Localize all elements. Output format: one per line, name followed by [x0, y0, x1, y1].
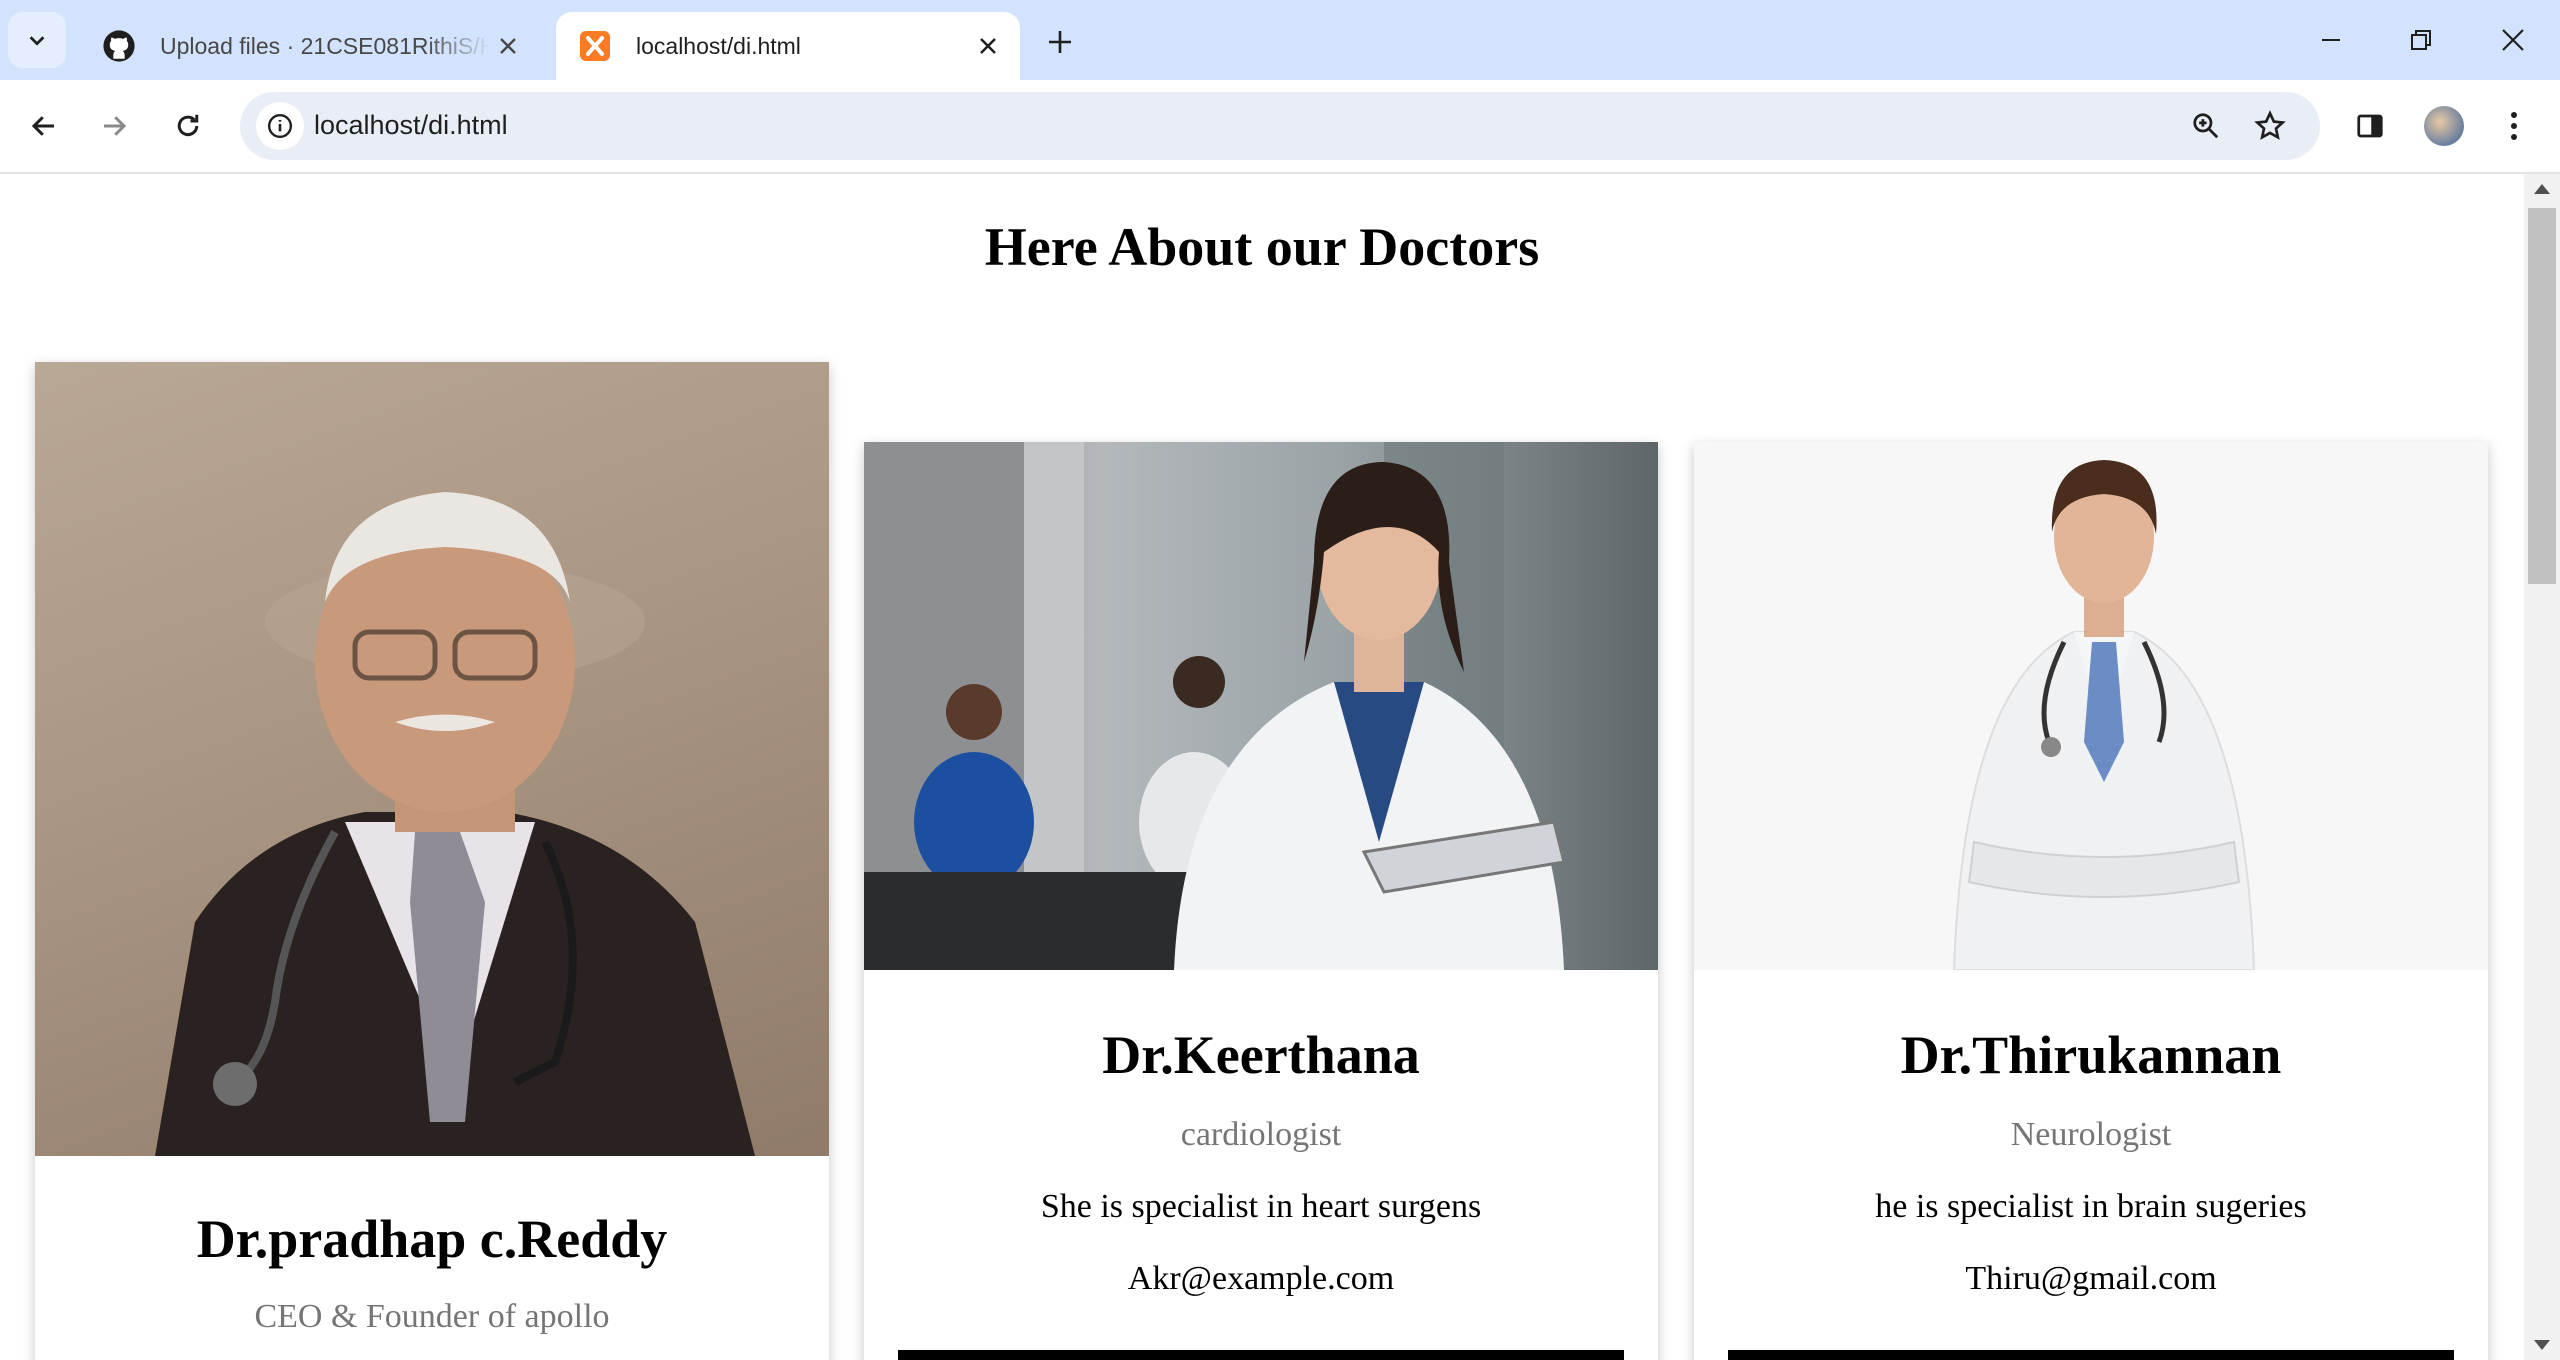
info-icon [267, 113, 293, 139]
doctor-card: Dr.Thirukannan Neurologist he is special… [1694, 442, 2488, 1360]
doctor-card: Dr.pradhap c.Reddy CEO & Founder of apol… [35, 362, 829, 1360]
doctor-role: CEO & Founder of apollo [254, 1298, 610, 1335]
more-vert-icon [2511, 112, 2517, 140]
browser-toolbar: localhost/di.html [0, 80, 2560, 174]
side-panel-button[interactable] [2344, 100, 2396, 152]
back-button[interactable] [18, 100, 70, 152]
page-viewport: Here About our Doctors Dr.pradhap c.Redd… [0, 174, 2524, 1360]
tab-title: Upload files · 21CSE081RithiS/H [160, 32, 490, 59]
close-window-button[interactable] [2468, 12, 2558, 68]
page-title: Here About our Doctors [984, 217, 1540, 277]
tab-search-button[interactable] [8, 12, 66, 68]
close-icon [2502, 29, 2524, 51]
tab-localhost[interactable]: localhost/di.html [556, 12, 1020, 80]
doctor-description: he is specialist in brain sugeries [1875, 1188, 2307, 1225]
doctor-description: She is specialist in heart surgens [1040, 1188, 1482, 1225]
tab-github-upload[interactable]: Upload files · 21CSE081RithiS/H [80, 12, 540, 80]
doctor-name: Dr.pradhap c.Reddy [196, 1209, 668, 1269]
reload-button[interactable] [162, 100, 214, 152]
bookmark-button[interactable] [2246, 102, 2294, 150]
site-info-button[interactable] [256, 102, 304, 150]
avatar [2424, 106, 2464, 146]
github-icon [102, 29, 136, 63]
arrow-left-icon [31, 116, 54, 136]
doctor-email: Thiru@gmail.com [1965, 1260, 2217, 1297]
close-icon[interactable] [970, 28, 1006, 64]
doctor-photo [35, 362, 829, 1156]
doctor-name: Dr.Keerthana [1102, 1025, 1420, 1085]
new-tab-button[interactable] [1040, 22, 1080, 62]
profile-button[interactable] [2418, 100, 2470, 152]
forward-button[interactable] [88, 100, 140, 152]
reload-icon [177, 114, 199, 137]
tab-title: localhost/di.html [636, 32, 801, 59]
scrollbar-thumb[interactable] [2528, 208, 2556, 584]
zoom-icon [2193, 113, 2219, 139]
contact-button[interactable] [898, 1350, 1624, 1360]
doctor-role: Neurologist [2010, 1116, 2172, 1153]
star-icon [2254, 110, 2286, 140]
doctor-name: Dr.Thirukannan [1900, 1025, 2282, 1085]
plus-icon [1049, 31, 1071, 53]
doctor-role: cardiologist [1180, 1116, 1342, 1153]
menu-button[interactable] [2488, 100, 2540, 152]
restore-button[interactable] [2376, 12, 2466, 68]
url-text[interactable]: localhost/di.html [314, 110, 508, 141]
chevron-down-icon [29, 36, 45, 46]
zoom-button[interactable] [2182, 102, 2230, 150]
tab-strip: Upload files · 21CSE081RithiS/H localhos… [0, 0, 2560, 80]
arrow-right-icon [104, 116, 127, 136]
doctor-email: Akr@example.com [1127, 1260, 1395, 1297]
doctor-card: Dr.Keerthana cardiologist She is special… [864, 442, 1658, 1360]
close-icon[interactable] [490, 28, 526, 64]
scroll-down-arrow-icon[interactable] [2534, 1340, 2550, 1350]
xampp-icon [578, 29, 612, 63]
contact-button[interactable] [1728, 1350, 2454, 1360]
restore-icon [2411, 30, 2431, 50]
doctor-photo [864, 442, 1658, 970]
minimize-button[interactable] [2286, 12, 2376, 68]
minimize-icon [2322, 39, 2340, 41]
side-panel-icon [2357, 114, 2383, 138]
address-bar[interactable]: localhost/di.html [240, 92, 2320, 160]
page-scrollbar[interactable] [2524, 174, 2560, 1360]
scroll-up-arrow-icon[interactable] [2534, 184, 2550, 194]
doctor-photo [1694, 442, 2488, 970]
